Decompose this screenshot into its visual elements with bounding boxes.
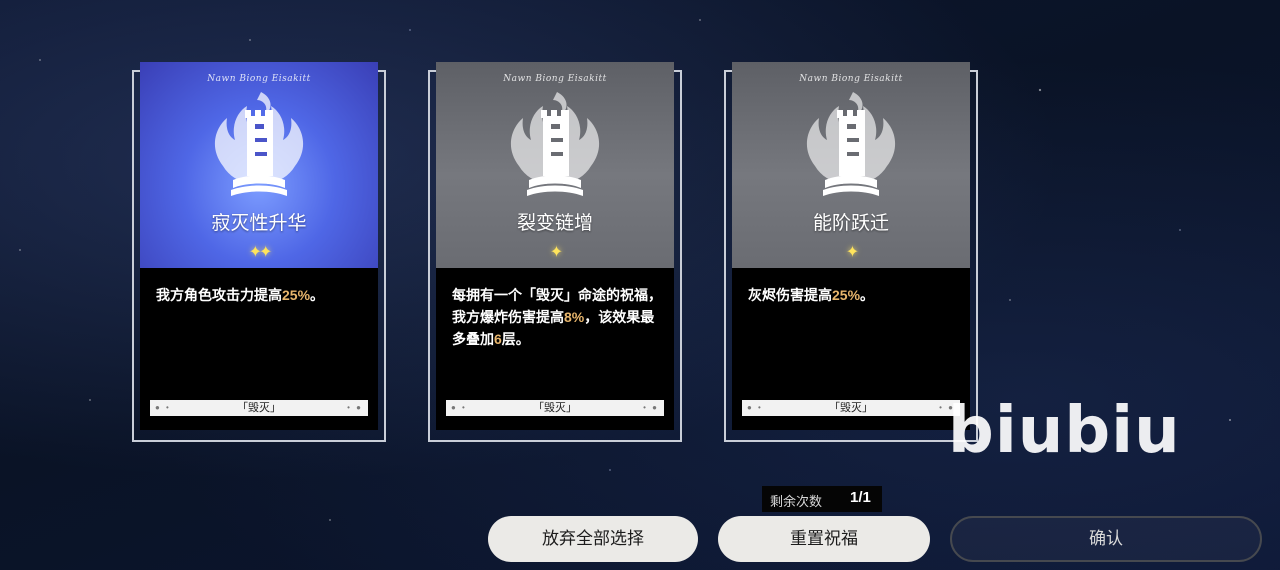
path-label: 「毁灭」 bbox=[237, 402, 281, 414]
rarity-stars: ✦✦ bbox=[248, 242, 273, 261]
card-description-panel: 每拥有一个「毁灭」命途的祝福，我方爆炸伤害提高8%，该效果最多叠加6层。 ● •… bbox=[436, 268, 674, 430]
path-tag: ● • 「毁灭」 • ● bbox=[150, 400, 368, 416]
path-script-text: Nawn Biong Eisakitt bbox=[799, 74, 903, 84]
card-header: Nawn Biong Eisakitt 裂变链增 ✦ bbox=[436, 62, 674, 268]
remaining-value: 1/1 bbox=[850, 489, 871, 506]
path-script-text: Nawn Biong Eisakitt bbox=[207, 74, 311, 84]
reset-blessing-button[interactable]: 重置祝福 bbox=[718, 516, 930, 562]
remaining-label: 剩余次数 bbox=[770, 494, 823, 509]
destruction-path-icon bbox=[214, 92, 304, 196]
blessing-card-2[interactable]: Nawn Biong Eisakitt 裂变链增 ✦ 每拥有一个「毁灭」命途的祝… bbox=[436, 62, 674, 430]
blessing-description: 灰烬伤害提高25%。 bbox=[748, 287, 875, 303]
rarity-stars: ✦ bbox=[549, 242, 563, 261]
rarity-stars: ✦ bbox=[845, 242, 859, 261]
blessing-name: 能阶跃迁 bbox=[812, 213, 889, 234]
abandon-all-button[interactable]: 放弃全部选择 bbox=[488, 516, 698, 562]
remaining-count-badge: 剩余次数 1/1 bbox=[762, 486, 882, 512]
confirm-button[interactable]: 确认 bbox=[950, 516, 1262, 562]
card-header: Nawn Biong Eisakitt 能阶跃迁 ✦ bbox=[732, 62, 970, 268]
blessing-description: 我方角色攻击力提高25%。 bbox=[156, 287, 325, 303]
path-tag: ● • 「毁灭」 • ● bbox=[446, 400, 664, 416]
blessing-card-3[interactable]: Nawn Biong Eisakitt 能阶跃迁 ✦ 灰烬伤害提高25%。 ● … bbox=[732, 62, 970, 430]
blessing-card-1[interactable]: Nawn Biong Eisakitt 寂灭性升华 ✦✦ 我方角色攻击力提高25… bbox=[140, 62, 378, 430]
blessing-description: 每拥有一个「毁灭」命途的祝福，我方爆炸伤害提高8%，该效果最多叠加6层。 bbox=[452, 287, 662, 347]
path-tag: ● • 「毁灭」 • ● bbox=[742, 400, 960, 416]
card-header: Nawn Biong Eisakitt 寂灭性升华 ✦✦ bbox=[140, 62, 378, 268]
blessing-name: 寂灭性升华 bbox=[211, 213, 307, 234]
path-script-text: Nawn Biong Eisakitt bbox=[503, 74, 607, 84]
destruction-path-icon bbox=[806, 92, 896, 196]
card-description-panel: 灰烬伤害提高25%。 ● • 「毁灭」 • ● bbox=[732, 268, 970, 430]
destruction-path-icon bbox=[510, 92, 600, 196]
card-description-panel: 我方角色攻击力提高25%。 ● • 「毁灭」 • ● bbox=[140, 268, 378, 430]
path-label: 「毁灭」 bbox=[533, 402, 577, 414]
path-label: 「毁灭」 bbox=[829, 402, 873, 414]
watermark-logo: biubiu bbox=[948, 394, 1181, 468]
blessing-name: 裂变链增 bbox=[516, 213, 593, 234]
